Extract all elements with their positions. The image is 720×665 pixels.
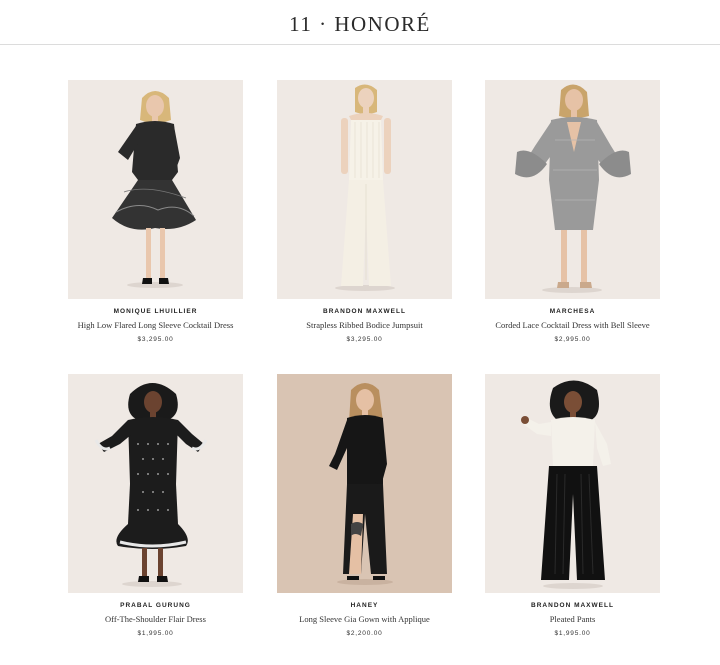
product-brand[interactable]: MARCHESA [485,308,660,315]
product-name[interactable]: High Low Flared Long Sleeve Cocktail Dre… [68,320,243,330]
product-name[interactable]: Corded Lace Cocktail Dress with Bell Sle… [485,320,660,330]
product-name[interactable]: Strapless Ribbed Bodice Jumpsuit [277,320,452,330]
product-price: $2,995.00 [554,336,591,343]
product-brand[interactable]: MONIQUE LHUILLIER [68,308,243,315]
product-image[interactable] [485,374,660,593]
product-brand[interactable]: BRANDON MAXWELL [485,602,660,609]
site-header: 11 · HONORÉ [0,0,720,45]
product-name[interactable]: Off-The-Shoulder Flair Dress [68,614,243,624]
product-card[interactable]: BRANDON MAXWELL Pleated Pants $1,995.00 [485,374,660,637]
product-brand[interactable]: HANEY [277,602,452,609]
product-image[interactable] [277,374,452,593]
product-card[interactable]: PRABAL GURUNG Off-The-Shoulder Flair Dre… [68,374,243,637]
product-image[interactable] [68,374,243,593]
product-name[interactable]: Long Sleeve Gia Gown with Applique [277,614,452,624]
product-image[interactable] [277,80,452,299]
product-price: $1,995.00 [137,630,174,637]
product-image[interactable] [68,80,243,299]
product-image[interactable] [485,80,660,299]
product-card[interactable]: HANEY Long Sleeve Gia Gown with Applique… [277,374,452,637]
product-price: $3,295.00 [137,336,174,343]
product-price: $3,295.00 [346,336,383,343]
product-brand[interactable]: BRANDON MAXWELL [277,308,452,315]
product-brand[interactable]: PRABAL GURUNG [68,602,243,609]
product-card[interactable]: MONIQUE LHUILLIER High Low Flared Long S… [68,80,243,343]
product-price: $1,995.00 [554,630,591,637]
store-logo[interactable]: 11 · HONORÉ [0,12,720,37]
product-card[interactable]: BRANDON MAXWELL Strapless Ribbed Bodice … [277,80,452,343]
product-price: $2,200.00 [346,630,383,637]
product-card[interactable]: MARCHESA Corded Lace Cocktail Dress with… [485,80,660,343]
product-name[interactable]: Pleated Pants [485,614,660,624]
